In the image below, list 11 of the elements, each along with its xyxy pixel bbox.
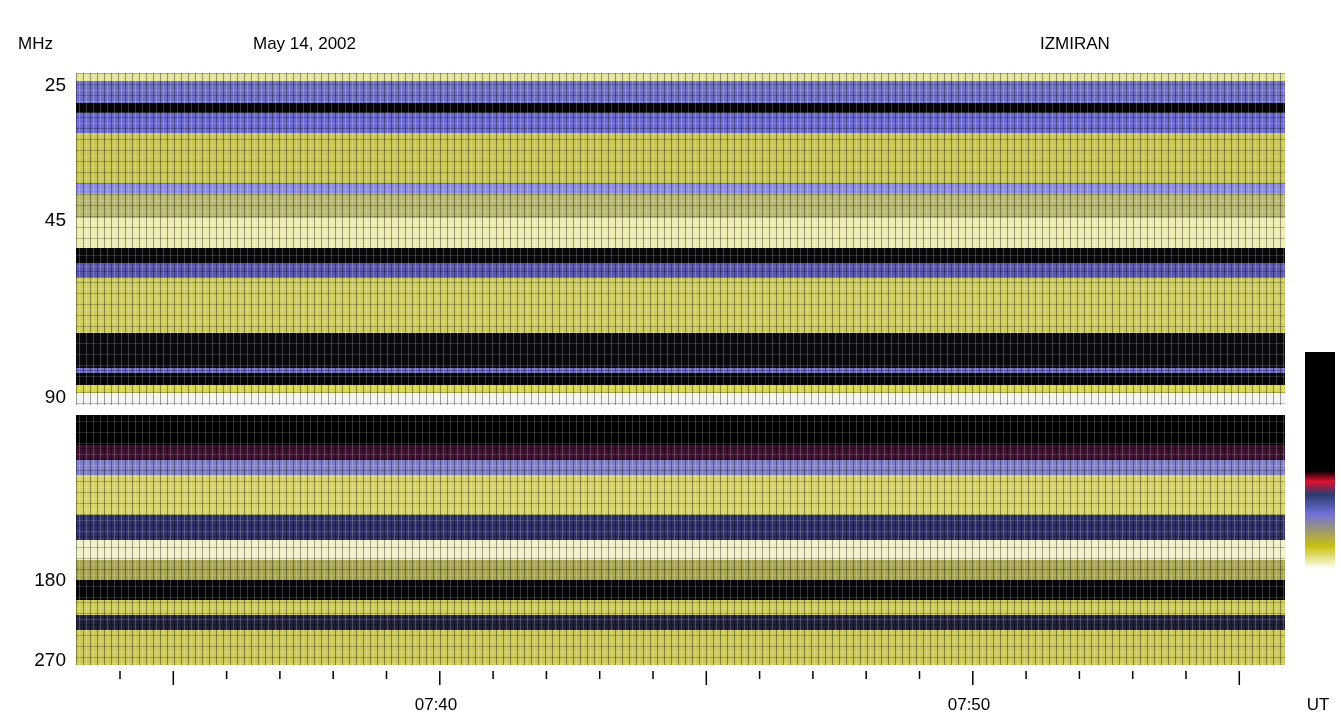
- time-label: 07:50: [947, 695, 991, 715]
- frequency-label: 45: [44, 209, 66, 231]
- y-axis-unit: MHz: [18, 34, 53, 54]
- frequency-label: 90: [44, 386, 66, 408]
- frequency-label: 25: [44, 74, 66, 96]
- observatory-name: IZMIRAN: [1040, 34, 1110, 54]
- time-axis-unit: UT: [1306, 695, 1330, 715]
- time-label: 07:40: [414, 695, 458, 715]
- plot-date-title: May 14, 2002: [253, 34, 356, 54]
- frequency-label: 180: [34, 569, 66, 591]
- frequency-label: 270: [34, 649, 66, 671]
